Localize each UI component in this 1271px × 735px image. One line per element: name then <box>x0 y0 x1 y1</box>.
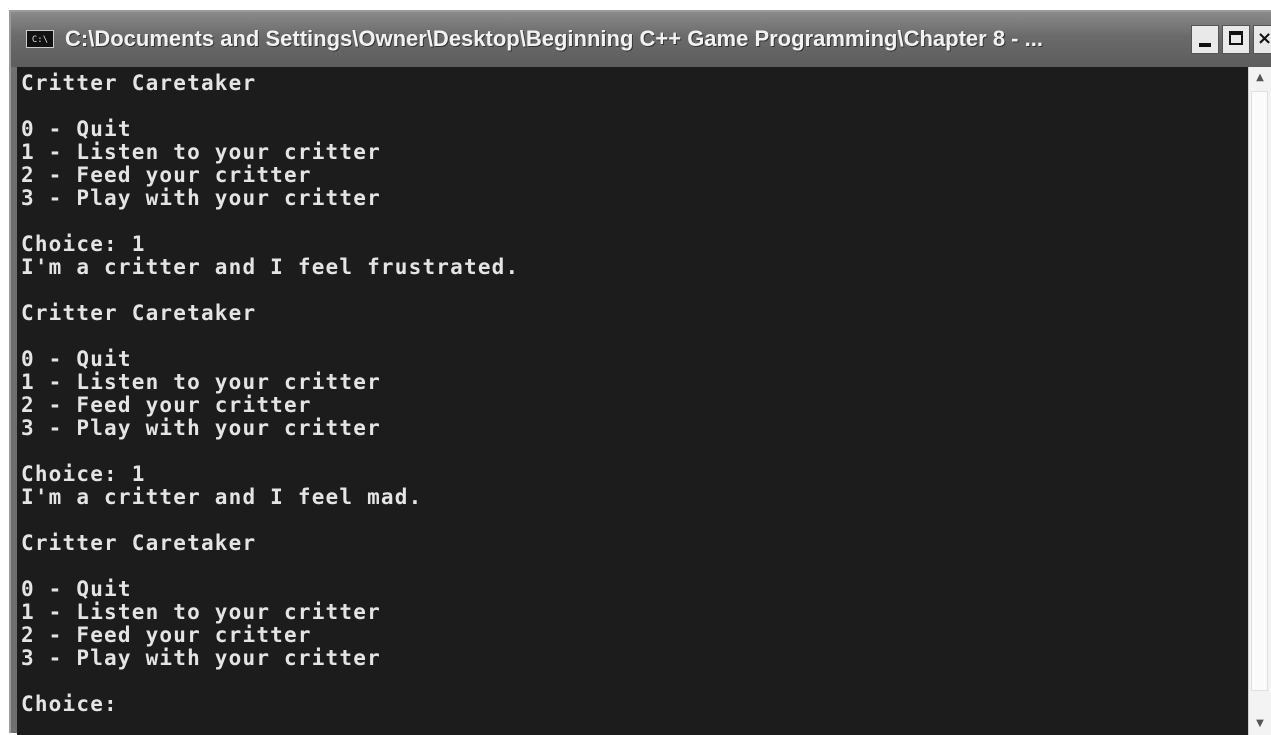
console-line: 3 - Play with your critter <box>21 646 381 670</box>
console-line: 2 - Feed your critter <box>21 623 312 647</box>
console-line: Choice: <box>21 692 118 716</box>
console-line: 1 - Listen to your critter <box>21 370 381 394</box>
console-line: I'm a critter and I feel frustrated. <box>21 255 520 279</box>
scroll-down-arrow-icon[interactable]: ▼ <box>1249 713 1271 735</box>
console-line: Choice: 1 <box>21 462 146 486</box>
minimize-icon <box>1199 43 1211 47</box>
console-line: 3 - Play with your critter <box>21 416 381 440</box>
console-line: 3 - Play with your critter <box>21 186 381 210</box>
vertical-scrollbar[interactable]: ▲ ▼ <box>1248 67 1271 735</box>
console-app-icon[interactable]: C:\ <box>26 30 54 48</box>
minimize-button[interactable] <box>1191 25 1219 54</box>
console-line: Critter Caretaker <box>21 301 257 325</box>
console-line: 2 - Feed your critter <box>21 163 312 187</box>
close-icon: × <box>1257 28 1271 49</box>
scroll-up-arrow-icon[interactable]: ▲ <box>1249 67 1271 89</box>
close-button[interactable]: × <box>1253 25 1271 54</box>
console-line: Choice: 1 <box>21 232 146 256</box>
console-line: I'm a critter and I feel mad. <box>21 485 423 509</box>
console-line: 1 - Listen to your critter <box>21 600 381 624</box>
console-line: Critter Caretaker <box>21 531 257 555</box>
console-line: 2 - Feed your critter <box>21 393 312 417</box>
console-line: 0 - Quit <box>21 577 132 601</box>
console-line: 0 - Quit <box>21 347 132 371</box>
maximize-button[interactable] <box>1222 25 1250 54</box>
console-line: 0 - Quit <box>21 117 132 141</box>
window-title: C:\Documents and Settings\Owner\Desktop\… <box>65 26 1043 51</box>
console-text: Critter Caretaker 0 - Quit 1 - Listen to… <box>17 67 1248 716</box>
console-output[interactable]: Critter Caretaker 0 - Quit 1 - Listen to… <box>17 67 1248 735</box>
console-window: C:\ C:\Documents and Settings\Owner\Desk… <box>9 10 1271 735</box>
console-line: 1 - Listen to your critter <box>21 140 381 164</box>
scroll-thumb[interactable] <box>1251 91 1268 691</box>
title-bar[interactable]: C:\ C:\Documents and Settings\Owner\Desk… <box>11 12 1271 67</box>
console-line: Critter Caretaker <box>21 71 257 95</box>
maximize-icon <box>1229 31 1243 45</box>
